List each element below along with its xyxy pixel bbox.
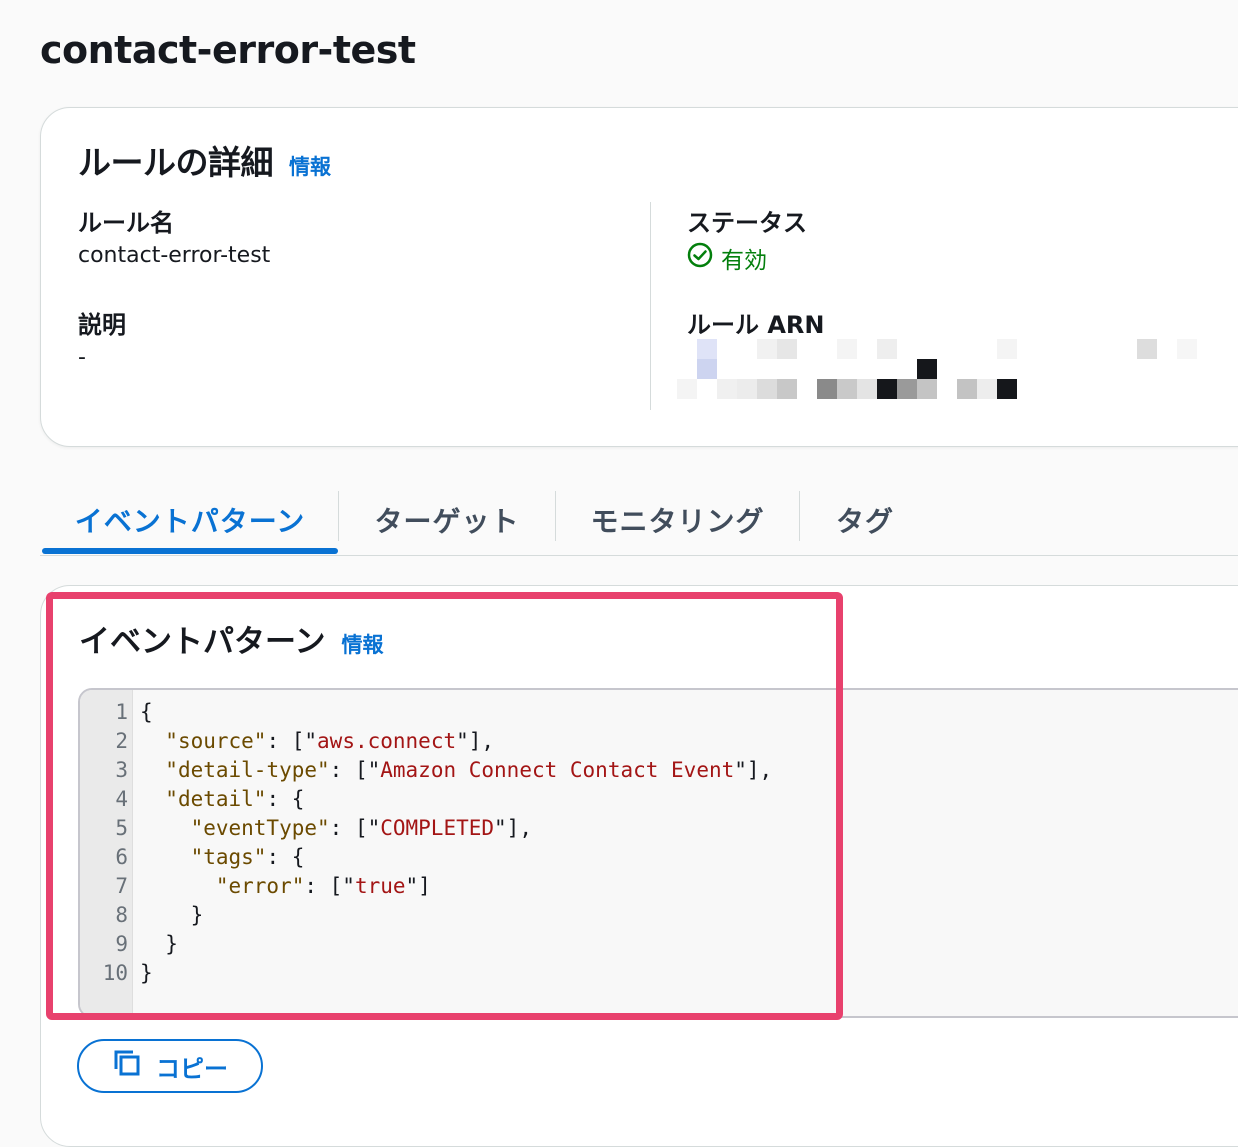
copy-button[interactable]: コピー — [77, 1039, 263, 1093]
tab-tags[interactable]: タグ — [800, 485, 930, 555]
line-number: 2 — [115, 729, 128, 753]
code-line: 1{ — [80, 698, 1238, 727]
rule-details-info-link[interactable]: 情報 — [289, 151, 331, 181]
rule-details-header: ルールの詳細 情報 — [78, 136, 331, 184]
line-number: 5 — [115, 816, 128, 840]
code-text: "detail": { — [165, 787, 305, 811]
tab-event-pattern[interactable]: イベントパターン — [40, 485, 340, 555]
code-line: 8 } — [80, 901, 1238, 930]
code-line: 10} — [80, 959, 1238, 988]
code-editor[interactable]: 1{2 "source": ["aws.connect"], 3 "detail-… — [78, 688, 1238, 1018]
column-divider — [650, 202, 651, 410]
status-indicator: 有効 — [687, 241, 767, 275]
tab-monitoring[interactable]: モニタリング — [556, 485, 799, 555]
code-text: } — [140, 961, 153, 985]
rule-details-title: ルールの詳細 — [78, 143, 274, 182]
rule-name-value: contact-error-test — [78, 243, 271, 268]
code-line: 4 "detail": { — [80, 785, 1238, 814]
line-number: 10 — [102, 961, 128, 985]
code-text: } — [140, 903, 204, 927]
line-number: 9 — [115, 932, 128, 956]
code-text: "source": ["aws.connect"], — [165, 729, 495, 753]
check-circle-icon — [687, 242, 713, 274]
code-text: } — [140, 932, 178, 956]
event-pattern-title: イベントパターン — [79, 624, 326, 660]
status-label: ステータス — [687, 209, 807, 237]
code-line: 9 } — [80, 930, 1238, 959]
copy-icon — [112, 1048, 142, 1084]
event-pattern-header: イベントパターン 情報 — [79, 616, 383, 661]
line-number: 8 — [115, 903, 128, 927]
event-pattern-info-link[interactable]: 情報 — [341, 629, 383, 659]
tab-targets[interactable]: ターゲット — [339, 485, 555, 555]
code-line: 5 "eventType": ["COMPLETED"], — [80, 814, 1238, 843]
line-number: 1 — [115, 700, 128, 724]
code-line: 7 "error": ["true"] — [80, 872, 1238, 901]
tab-bar: イベントパターン ターゲット モニタリング タグ — [40, 485, 1238, 556]
code-line: 6 "tags": { — [80, 843, 1238, 872]
rule-details-card: ルールの詳細 情報 ルール名 contact-error-test 説明 - ス… — [40, 107, 1238, 447]
code-text: "detail-type": ["Amazon Connect Contact … — [165, 758, 773, 782]
arn-label: ルール ARN — [687, 311, 825, 339]
line-number: 4 — [115, 787, 128, 811]
code-text: "error": ["true"] — [215, 874, 431, 898]
code-text: "tags": { — [190, 845, 305, 869]
code-line: 3 "detail-type": ["Amazon Connect Contac… — [80, 756, 1238, 785]
code-line: 2 "source": ["aws.connect"], — [80, 727, 1238, 756]
status-value: 有効 — [721, 248, 767, 274]
rule-name-label: ルール名 — [78, 209, 174, 237]
description-label: 説明 — [78, 311, 126, 339]
line-number: 7 — [115, 874, 128, 898]
page-title: contact-error-test — [40, 28, 416, 72]
line-number: 6 — [115, 845, 128, 869]
code-text: "eventType": ["COMPLETED"], — [190, 816, 532, 840]
description-value: - — [78, 345, 86, 370]
active-tab-indicator — [42, 548, 338, 554]
copy-button-label: コピー — [156, 1054, 228, 1083]
line-number: 3 — [115, 758, 128, 782]
code-text: { — [140, 700, 153, 724]
